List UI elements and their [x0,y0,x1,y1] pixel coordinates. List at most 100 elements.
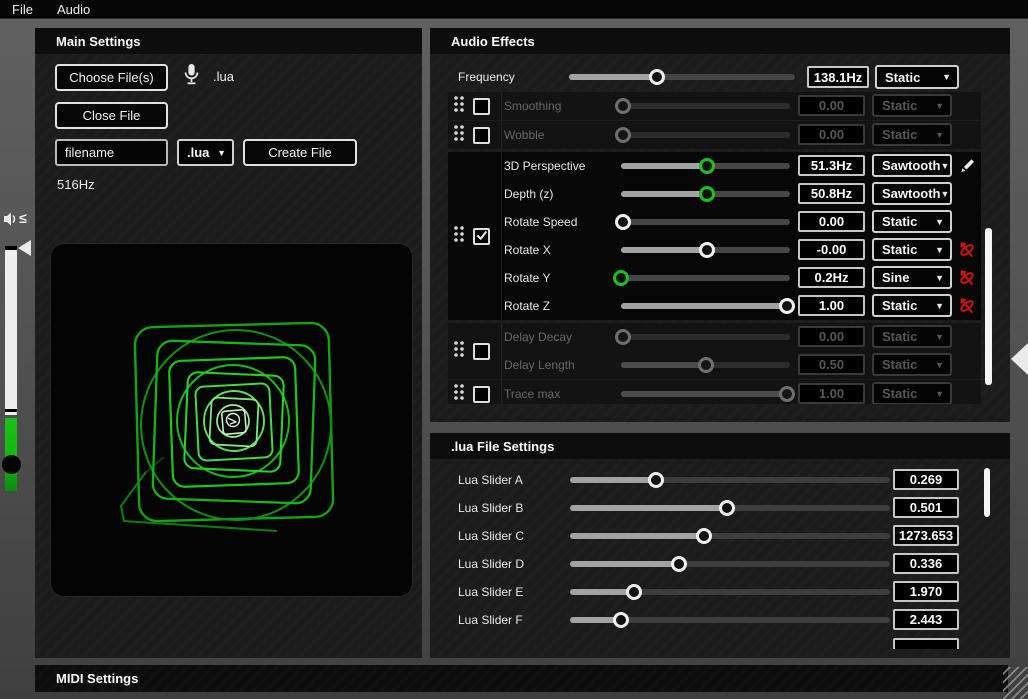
lua-slider[interactable] [570,556,890,572]
effect-slider[interactable] [621,98,790,114]
effect-waveform-dropdown[interactable]: Static▼ [872,353,952,376]
effect-slider-thumb[interactable] [699,158,715,174]
effect-waveform-dropdown[interactable]: Sawtooth▼ [872,154,952,177]
effect-value-box[interactable]: 1.00 [798,295,865,316]
effect-slider-thumb[interactable] [698,357,714,373]
effect-value-box[interactable]: 0.00 [798,326,865,347]
lua-slider-thumb[interactable] [648,472,664,488]
panel-collapse-arrow[interactable] [1011,343,1028,375]
edit-pencil-icon[interactable] [958,157,976,175]
lua-value-box[interactable]: 1273.653 [893,525,959,546]
choose-files-button[interactable]: Choose File(s) [55,64,168,91]
window-resize-grip[interactable] [1003,667,1028,699]
effect-slider[interactable] [621,329,790,345]
effect-slider-thumb[interactable] [615,214,631,230]
close-file-button[interactable]: Close File [55,102,168,129]
volume-slider-thumb[interactable] [18,240,31,256]
effect-slider[interactable] [621,357,790,373]
effect-waveform-dropdown[interactable]: Sawtooth▼ [872,182,952,205]
lua-slider-thumb[interactable] [626,584,642,600]
effect-slider-thumb[interactable] [779,298,795,314]
lua-slider[interactable] [570,472,890,488]
effect-value-box[interactable]: 1.00 [798,383,865,404]
frequency-value-box[interactable]: 138.1Hz [807,66,869,88]
effect-enable-checkbox[interactable] [473,228,490,245]
effect-value-box[interactable]: -0.00 [798,239,865,260]
lua-value-box[interactable]: 0.501 [893,497,959,518]
effect-enable-checkbox[interactable] [473,98,490,115]
filename-input[interactable]: filename [55,139,168,166]
drag-handle-icon[interactable] [453,124,467,147]
effect-slider-thumb[interactable] [615,98,631,114]
lua-value-box[interactable]: 0.336 [893,553,959,574]
effect-slider-thumb[interactable] [615,329,631,345]
effect-waveform-dropdown[interactable]: Static▼ [872,325,952,348]
effect-slider[interactable] [621,242,790,258]
effect-value-box[interactable]: 0.00 [798,124,865,145]
effect-slider-thumb[interactable] [615,127,631,143]
volume-slider-track[interactable] [5,246,17,410]
drag-handle-icon[interactable] [453,340,467,363]
effect-label: 3D Perspective [504,152,585,180]
effect-value-box[interactable]: 51.3Hz [798,155,865,176]
effect-enable-checkbox[interactable] [473,386,490,403]
frequency-waveform-dropdown[interactable]: Static ▼ [875,65,959,89]
frequency-slider[interactable] [569,69,795,85]
lua-value-box[interactable]: 0.269 [893,469,959,490]
effect-enable-checkbox[interactable] [473,343,490,360]
rotate-axis-icon[interactable] [958,241,976,259]
effect-value-box[interactable]: 0.00 [798,211,865,232]
microphone-icon[interactable] [182,63,201,86]
lua-slider[interactable] [570,500,890,516]
create-file-button[interactable]: Create File [243,139,357,166]
drag-handle-icon[interactable] [453,95,467,118]
main-settings-header[interactable]: Main Settings [35,28,422,54]
rotate-axis-icon[interactable] [958,297,976,315]
drag-handle-icon[interactable] [453,225,467,248]
effect-slider[interactable] [621,270,790,286]
effect-slider[interactable] [621,127,790,143]
midi-settings-bar[interactable]: MIDI Settings [35,665,1008,692]
drag-handle-icon[interactable] [453,383,467,405]
effect-slider-thumb[interactable] [779,386,795,402]
effect-waveform-dropdown[interactable]: Static▼ [872,382,952,404]
lua-slider-thumb[interactable] [613,612,629,628]
effects-scrollbar[interactable] [985,228,992,385]
effect-slider[interactable] [621,158,790,174]
lua-settings-header[interactable]: .lua File Settings [430,433,1010,459]
effect-slider[interactable] [621,386,790,402]
effect-value-box[interactable]: 0.2Hz [798,267,865,288]
frequency-slider-thumb[interactable] [649,69,665,85]
effect-slider-thumb[interactable] [613,270,629,286]
effect-value-box[interactable]: 0.00 [798,95,865,116]
lua-slider-thumb[interactable] [719,500,735,516]
effect-waveform-dropdown[interactable]: Static▼ [872,210,952,233]
effect-value-box[interactable]: 0.50 [798,354,865,375]
effect-slider[interactable] [621,298,790,314]
rotate-axis-icon[interactable] [958,269,976,287]
lua-slider[interactable] [570,612,890,628]
effect-value-box[interactable]: 50.8Hz [798,183,865,204]
audio-effects-header[interactable]: Audio Effects [430,28,1010,54]
effect-waveform-dropdown[interactable]: Static▼ [872,238,952,261]
lua-slider[interactable] [570,528,890,544]
effect-waveform-dropdown[interactable]: Sine▼ [872,266,952,289]
effect-enable-checkbox[interactable] [473,127,490,144]
effect-slider[interactable] [621,214,790,230]
effect-slider[interactable] [621,186,790,202]
lua-value-box[interactable]: 1.970 [893,581,959,602]
effect-waveform-dropdown[interactable]: Static▼ [872,123,952,146]
file-ext-dropdown[interactable]: .lua ▼ [177,139,234,166]
menu-file[interactable]: File [0,0,45,19]
effect-waveform-dropdown[interactable]: Static▼ [872,94,952,117]
lua-slider[interactable] [570,584,890,600]
menu-audio[interactable]: Audio [45,0,102,19]
effect-waveform-dropdown[interactable]: Static▼ [872,294,952,317]
effect-slider-thumb[interactable] [699,242,715,258]
lua-slider-thumb[interactable] [696,528,712,544]
volume-meter-knob[interactable] [2,455,21,474]
lua-slider-thumb[interactable] [671,556,687,572]
lua-scrollbar[interactable] [984,468,990,517]
effect-slider-thumb[interactable] [699,186,715,202]
lua-value-box[interactable]: 2.443 [893,609,959,630]
